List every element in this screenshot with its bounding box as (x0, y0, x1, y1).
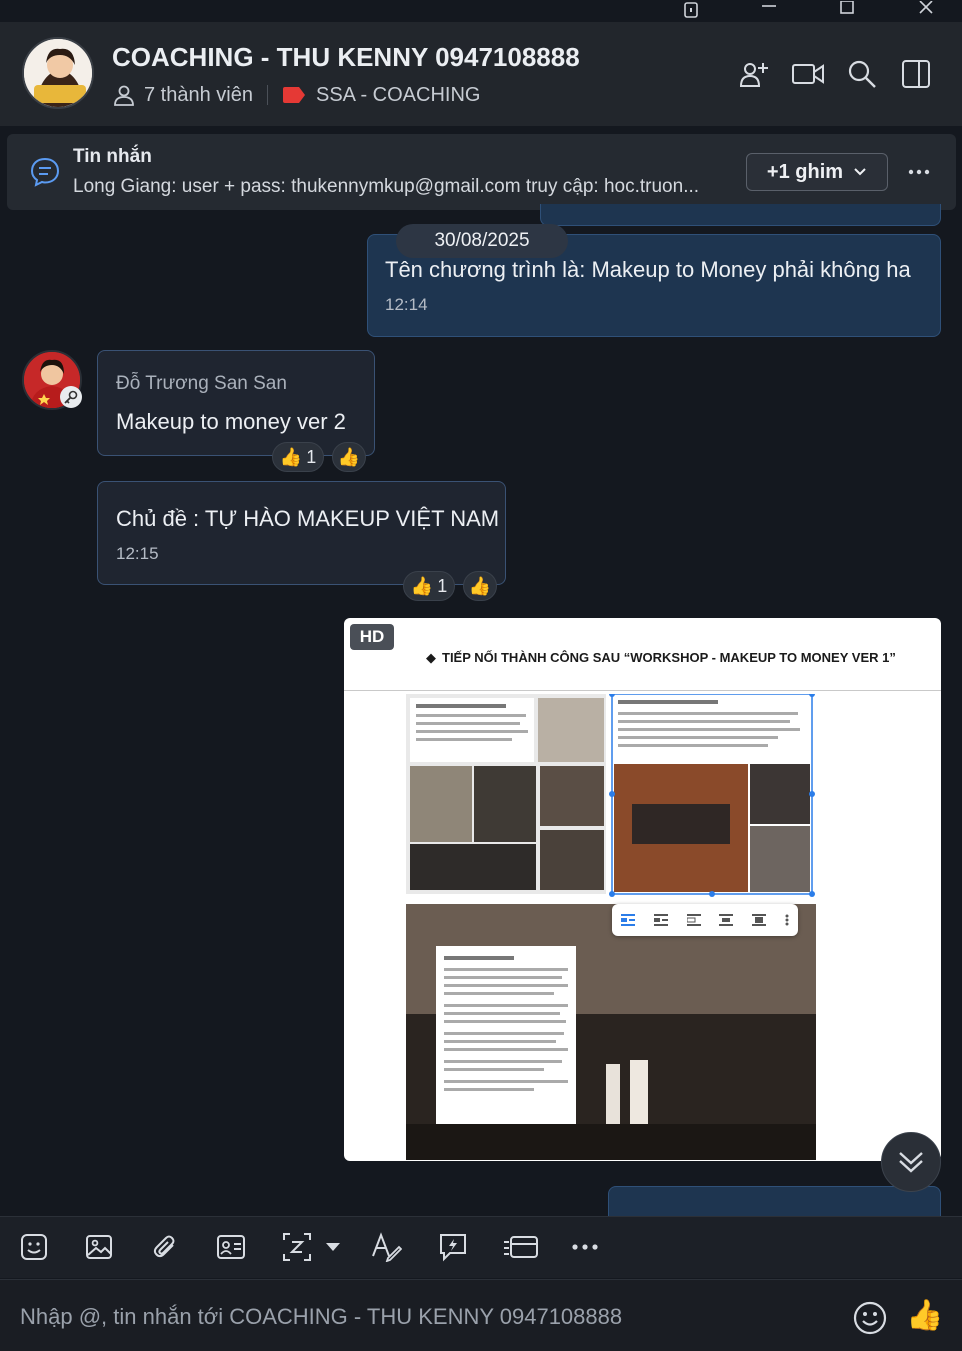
message-bubble-incoming[interactable]: Đỗ Trương San San Makeup to money ver 2 (97, 350, 375, 456)
group-avatar[interactable] (22, 37, 94, 109)
message-time: 12:15 (116, 544, 159, 563)
composer-toolbar (0, 1216, 962, 1278)
text-format-icon[interactable] (370, 1231, 402, 1263)
quick-message-icon[interactable] (437, 1231, 469, 1263)
align-behind-icon[interactable] (719, 914, 734, 926)
double-chevron-down-icon (896, 1147, 926, 1177)
chevron-down-icon (853, 167, 867, 177)
thumbs-up-icon: 👍 (279, 446, 303, 467)
image-align-toolbar (612, 904, 798, 936)
caret-down-icon[interactable] (318, 1231, 348, 1263)
emoji-icon[interactable] (852, 1300, 888, 1336)
pinned-text: Long Giang: user + pass: thukennymkup@gm… (73, 176, 700, 197)
attachment-icon[interactable] (149, 1231, 181, 1263)
maximize-icon[interactable] (835, 0, 859, 20)
close-icon[interactable] (914, 0, 938, 20)
react-button[interactable]: 👍 (463, 571, 497, 601)
pinned-message-bar[interactable]: Tin nhắn Long Giang: user + pass: thuken… (7, 134, 956, 210)
reaction-summary[interactable]: 👍 1 (403, 571, 455, 601)
align-inline-icon[interactable] (621, 914, 636, 926)
message-input[interactable]: Nhập @, tin nhắn tới COACHING - THU KENN… (20, 1304, 622, 1330)
message-text: Makeup to money ver 2 (116, 409, 346, 434)
thumbs-up-icon: 👍 (410, 575, 434, 596)
key-icon (60, 386, 82, 408)
minimize-icon[interactable] (757, 0, 781, 20)
reaction-count: 1 (437, 575, 448, 596)
video-call-icon[interactable] (792, 58, 824, 90)
align-wrap-icon[interactable] (653, 914, 668, 926)
diamond-bullet-icon: ◆ (426, 650, 436, 665)
chat-header: COACHING - THU KENNY 0947108888 7 thành … (0, 22, 962, 126)
date-divider: 30/08/2025 (396, 224, 568, 258)
message-time: 12:14 (385, 295, 428, 314)
align-break-icon[interactable] (686, 914, 701, 926)
sender-name[interactable]: Đỗ Trương San San (116, 373, 287, 395)
align-front-icon[interactable] (751, 914, 766, 926)
message-bubble-partial (540, 204, 941, 226)
document-heading: ◆ TIẾP NỐI THÀNH CÔNG SAU “WORKSHOP - MAK… (426, 648, 906, 667)
search-icon[interactable] (846, 58, 878, 90)
scroll-to-bottom-button[interactable] (881, 1132, 941, 1192)
message-text: Chủ đề : TỰ HÀO MAKEUP VIỆT NAM (116, 506, 500, 531)
side-panel-icon[interactable] (900, 58, 932, 90)
lock-icon[interactable] (679, 0, 703, 20)
more-vertical-icon[interactable] (785, 914, 789, 926)
tag-icon (282, 87, 306, 103)
thumbs-up-icon: 👍 (468, 575, 492, 596)
message-bubble-icon (29, 156, 61, 188)
group-meta: 7 thành viên SSA - COACHING (112, 82, 480, 108)
header-actions (738, 58, 932, 90)
pinned-count-button[interactable]: +1 ghim (746, 153, 888, 191)
thumbs-up-icon: 👍 (337, 446, 361, 467)
react-button[interactable]: 👍 (332, 442, 366, 472)
member-icon (112, 83, 136, 107)
message-composer[interactable]: Nhập @, tin nhắn tới COACHING - THU KENN… (0, 1279, 962, 1351)
group-title: COACHING - THU KENNY 0947108888 (112, 42, 580, 72)
add-member-icon[interactable] (738, 58, 770, 90)
message-text: Tên chương trình là: Makeup to Money phả… (385, 257, 911, 282)
assign-task-icon[interactable] (503, 1231, 539, 1263)
document-divider (344, 690, 941, 691)
reaction-summary[interactable]: 👍 1 (272, 442, 324, 472)
image-icon[interactable] (83, 1231, 115, 1263)
pinned-count-label: +1 ghim (766, 160, 844, 183)
more-options-icon[interactable] (905, 158, 933, 186)
window-controls (0, 0, 962, 22)
image-message[interactable]: HD ◆ TIẾP NỐI THÀNH CÔNG SAU “WORKSHOP - … (344, 618, 941, 1161)
reaction-count: 1 (306, 446, 317, 467)
sticker-icon[interactable] (18, 1231, 50, 1263)
more-options-icon[interactable] (569, 1231, 601, 1263)
hd-badge: HD (350, 624, 394, 650)
document-heading-text: TIẾP NỐI THÀNH CÔNG SAU “WORKSHOP - MAKE… (442, 650, 896, 665)
pinned-title: Tin nhắn (73, 146, 152, 167)
quick-like-button[interactable]: 👍 (906, 1298, 944, 1334)
screenshot-icon[interactable] (281, 1231, 313, 1263)
contact-card-icon[interactable] (215, 1231, 247, 1263)
member-count[interactable]: 7 thành viên (144, 84, 253, 107)
message-bubble-incoming[interactable]: Chủ đề : TỰ HÀO MAKEUP VIỆT NAM 12:15 (97, 481, 506, 585)
thumbs-up-icon: 👍 (906, 1299, 944, 1332)
group-tag[interactable]: SSA - COACHING (316, 84, 480, 107)
